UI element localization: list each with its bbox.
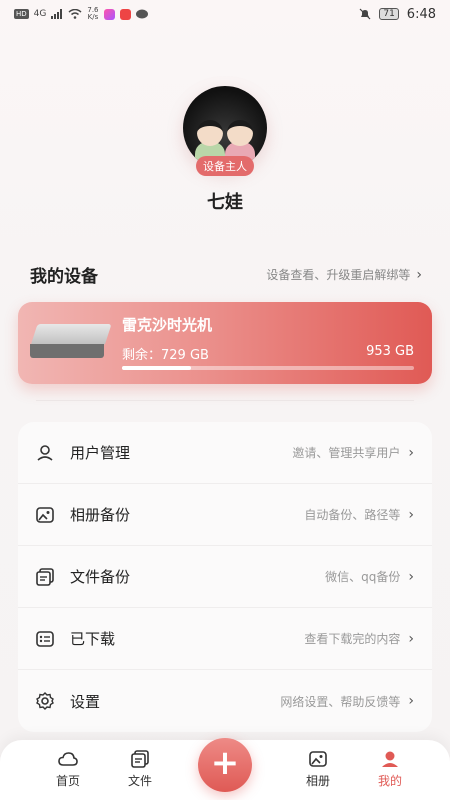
menu-item-album-backup[interactable]: 相册备份 自动备份、路径等 › — [18, 484, 432, 546]
chevron-right-icon: › — [408, 630, 414, 647]
network-indicator: 4G — [33, 9, 47, 19]
download-list-icon — [34, 628, 56, 650]
home-cloud-icon — [38, 748, 98, 770]
settings-menu: 用户管理 邀请、管理共享用户 › 相册备份 自动备份、路径等 › 文件备份 微信… — [18, 422, 432, 732]
nav-files-label: 文件 — [127, 774, 152, 788]
owner-badge: 设备主人 — [196, 156, 254, 176]
network-speed: 7.6 K/s — [87, 7, 98, 21]
menu-item-file-backup[interactable]: 文件备份 微信、qq备份 › — [18, 546, 432, 608]
nav-mine[interactable]: 我的 — [360, 748, 420, 789]
chevron-right-icon: › — [408, 568, 414, 585]
nav-album-label: 相册 — [305, 774, 330, 788]
files-icon — [110, 748, 170, 770]
device-remaining: 剩余：729 GB — [122, 348, 209, 363]
devices-section-title: 我的设备 — [30, 267, 98, 287]
clock: 6:48 — [406, 6, 436, 22]
username: 七娃 — [207, 192, 243, 213]
storage-progress-fill — [122, 366, 191, 370]
device-total: 953 GB — [366, 344, 414, 359]
status-right: 71 6:48 — [359, 7, 436, 22]
chevron-right-icon: › — [416, 266, 422, 283]
bottom-nav: 首页 文件 + 相册 我的 — [0, 738, 450, 800]
profile-section: 设备主人 七娃 — [0, 86, 450, 214]
signal-icon — [51, 9, 63, 19]
menu-item-label: 已下载 — [70, 630, 116, 648]
add-button[interactable]: + — [198, 738, 252, 792]
photo-icon — [288, 748, 348, 770]
menu-item-desc: 查看下载完的内容 — [304, 632, 401, 646]
nav-album[interactable]: 相册 — [288, 748, 348, 789]
menu-item-downloaded[interactable]: 已下载 查看下载完的内容 › — [18, 608, 432, 670]
user-icon — [34, 442, 56, 464]
gear-icon — [34, 690, 56, 712]
devices-section-header: 我的设备 设备查看、升级重启解绑等 › — [30, 262, 422, 288]
nav-home-label: 首页 — [55, 774, 80, 788]
chevron-right-icon: › — [408, 693, 414, 709]
menu-item-label: 文件备份 — [70, 568, 131, 586]
hd-indicator: HD — [14, 9, 29, 19]
mute-bell-icon — [359, 8, 371, 20]
status-left: HD 4G 7.6 K/s — [14, 7, 148, 21]
divider — [36, 400, 414, 401]
wifi-icon — [68, 9, 82, 19]
chevron-right-icon: › — [408, 506, 414, 523]
menu-item-label: 设置 — [70, 692, 101, 711]
avatar-wrap[interactable]: 设备主人 — [183, 86, 267, 176]
menu-item-label: 用户管理 — [70, 444, 131, 462]
nav-files[interactable]: 文件 — [110, 748, 170, 789]
nav-home[interactable]: 首页 — [38, 748, 98, 789]
files-icon — [34, 566, 56, 588]
menu-item-desc: 邀请、管理共享用户 — [292, 446, 401, 460]
devices-manage-link[interactable]: 设备查看、升级重启解绑等 › — [266, 266, 422, 283]
chevron-right-icon: › — [408, 444, 414, 461]
hard-drive-icon — [30, 324, 112, 362]
menu-item-settings[interactable]: 设置 网络设置、帮助反馈等 › — [18, 670, 432, 732]
photo-icon — [34, 504, 56, 526]
app-notification-icon-2 — [119, 8, 131, 20]
profile-icon — [360, 748, 420, 770]
menu-item-desc: 网络设置、帮助反馈等 — [280, 694, 401, 709]
app-notification-icon — [103, 8, 115, 20]
devices-manage-link-text: 设备查看、升级重启解绑等 — [266, 268, 411, 282]
status-bar: HD 4G 7.6 K/s 71 6:48 — [0, 0, 450, 28]
storage-progress-bar — [122, 366, 414, 370]
device-name: 雷克沙时光机 — [122, 316, 213, 334]
message-icon — [135, 9, 148, 18]
menu-item-desc: 自动备份、路径等 — [304, 508, 401, 522]
device-card[interactable]: 雷克沙时光机 剩余：729 GB 953 GB — [18, 302, 432, 384]
menu-item-desc: 微信、qq备份 — [325, 570, 401, 584]
menu-item-label: 相册备份 — [70, 506, 131, 524]
nav-mine-label: 我的 — [377, 774, 402, 788]
speed-unit: K/s — [87, 13, 99, 21]
menu-item-user-management[interactable]: 用户管理 邀请、管理共享用户 › — [18, 422, 432, 484]
battery-indicator: 71 — [379, 8, 399, 20]
